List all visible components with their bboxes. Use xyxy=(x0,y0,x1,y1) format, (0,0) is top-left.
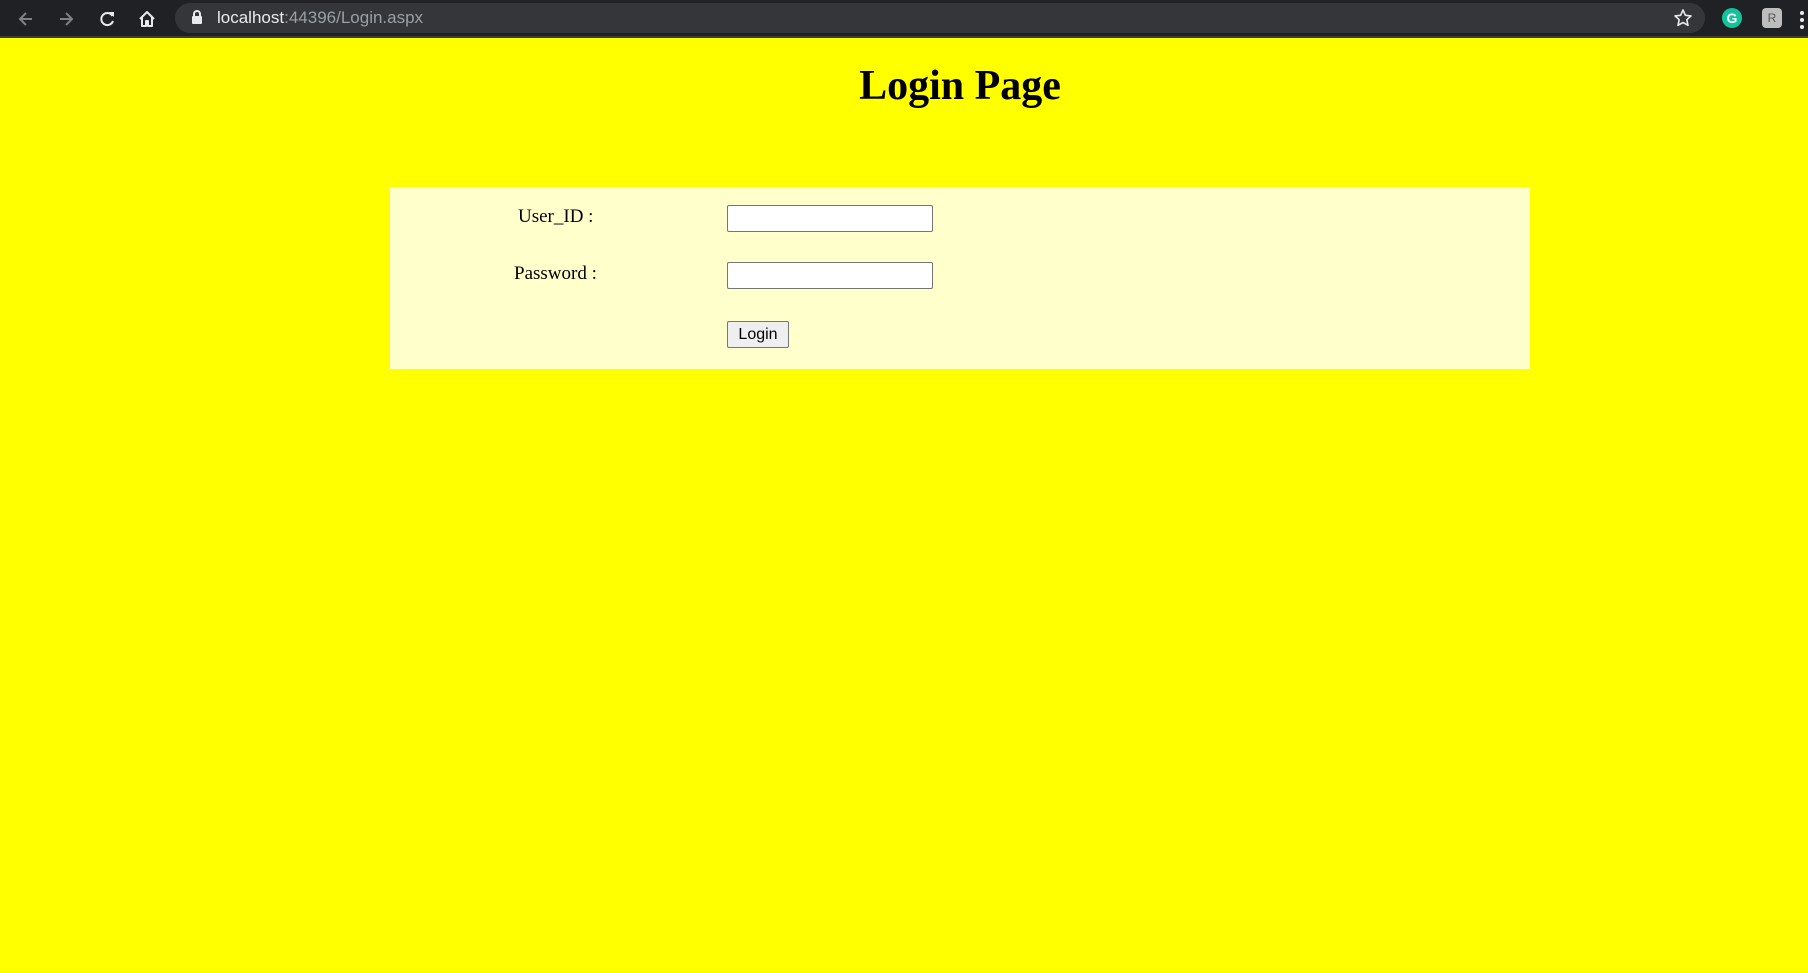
address-bar[interactable]: localhost:44396/Login.aspx xyxy=(175,3,1705,33)
back-button[interactable] xyxy=(12,5,40,33)
more-menu-icon[interactable] xyxy=(1800,11,1808,32)
lock-icon xyxy=(192,10,202,24)
login-panel: User_ID : Password : Login xyxy=(390,187,1530,369)
extension-icon: R xyxy=(1762,8,1782,28)
home-button[interactable] xyxy=(133,5,161,33)
password-input[interactable] xyxy=(727,262,933,289)
url-text: localhost:44396/Login.aspx xyxy=(217,3,423,33)
extension-button[interactable]: R xyxy=(1760,6,1784,30)
forward-button[interactable] xyxy=(52,5,80,33)
star-icon[interactable] xyxy=(1673,8,1693,28)
grammarly-icon: G xyxy=(1722,8,1742,28)
page-title: Login Page xyxy=(859,63,1061,109)
reload-icon xyxy=(100,12,114,27)
url-path: :44396/Login.aspx xyxy=(284,8,424,27)
grammarly-extension-button[interactable]: G xyxy=(1720,6,1744,30)
url-host: localhost xyxy=(217,8,285,27)
password-label: Password : xyxy=(514,263,597,284)
reload-button[interactable] xyxy=(93,5,121,33)
login-button[interactable]: Login xyxy=(727,321,789,348)
home-icon xyxy=(139,11,155,27)
back-arrow-icon xyxy=(18,12,32,26)
browser-toolbar: localhost:44396/Login.aspx G R xyxy=(0,0,1808,38)
forward-arrow-icon xyxy=(60,12,74,26)
user-id-input[interactable] xyxy=(727,205,933,232)
user-id-label: User_ID : xyxy=(518,206,594,227)
